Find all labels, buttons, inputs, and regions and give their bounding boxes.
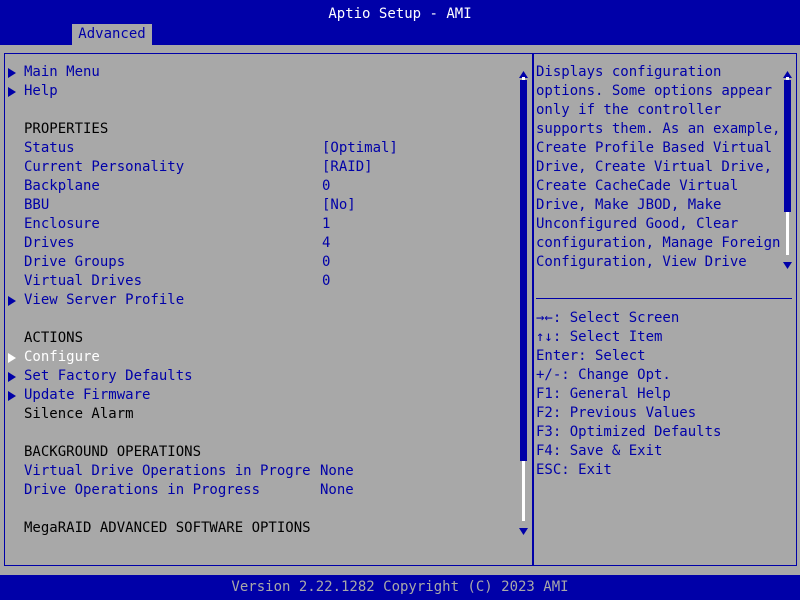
property-label: Enclosure <box>24 216 100 232</box>
submenu-arrow-icon <box>8 82 18 101</box>
property-label: Virtual Drive Operations in Progre <box>24 463 311 479</box>
property-label: BBU <box>24 197 50 213</box>
property-value: None <box>320 463 354 479</box>
property-value: [Optimal] <box>322 140 398 156</box>
scroll-thumb[interactable] <box>520 80 527 461</box>
title-bar: Aptio Setup - AMI <box>0 0 800 24</box>
scroll-down-icon[interactable] <box>519 523 528 535</box>
submenu-arrow-icon <box>8 291 18 310</box>
property-label: Current Personality <box>24 159 185 175</box>
properties-heading: PROPERTIES <box>24 121 109 137</box>
key-help-line: ESC: Exit <box>536 462 612 478</box>
property-label: Status <box>24 140 75 156</box>
property-label: Drive Groups <box>24 254 126 270</box>
property-value: [RAID] <box>322 159 373 175</box>
background-operations-heading: BACKGROUND OPERATIONS <box>24 444 202 460</box>
submenu-arrow-icon <box>8 367 18 386</box>
help-line: only if the controller <box>536 102 722 118</box>
footer-version: Version 2.22.1282 Copyright (C) 2023 AMI <box>231 579 569 595</box>
key-help-line: Enter: Select <box>536 348 646 364</box>
key-help-line: →←: Select Screen <box>536 310 680 326</box>
help-line: Unconfigured Good, Clear <box>536 216 739 232</box>
property-label: Drives <box>24 235 75 251</box>
property-label: Drive Operations in Progress <box>24 482 261 498</box>
submenu-arrow-icon <box>8 386 18 405</box>
property-value: 0 <box>322 178 331 194</box>
property-label: Virtual Drives <box>24 273 143 289</box>
help-line: supports them. As an example, <box>536 121 781 137</box>
menu-item-label: View Server Profile <box>24 292 185 308</box>
property-value: 1 <box>322 216 331 232</box>
property-value: 0 <box>322 273 331 289</box>
window-title: Aptio Setup - AMI <box>328 6 472 22</box>
help-line: Drive, Make JBOD, Make <box>536 197 722 213</box>
key-help-line: F3: Optimized Defaults <box>536 424 722 440</box>
key-help-line: ↑↓: Select Item <box>536 329 663 345</box>
help-line: configuration, Manage Foreign <box>536 235 781 251</box>
scroll-thumb[interactable] <box>784 80 791 212</box>
menu-item-label: Help <box>24 83 58 99</box>
footer-bar: Version 2.22.1282 Copyright (C) 2023 AMI <box>0 575 800 600</box>
key-help-line: F4: Save & Exit <box>536 443 663 459</box>
help-line: Create CacheCade Virtual <box>536 178 739 194</box>
menu-scrollbar[interactable] <box>519 66 528 535</box>
property-label: Backplane <box>24 178 100 194</box>
scroll-up-icon[interactable] <box>783 66 792 78</box>
key-help-line: F2: Previous Values <box>536 405 697 421</box>
help-line: Configuration, View Drive <box>536 254 747 270</box>
help-description: Displays configuration options. Some opt… <box>536 63 786 272</box>
scroll-up-icon[interactable] <box>519 66 528 78</box>
help-line: Drive, Create Virtual Drive, <box>536 159 773 175</box>
property-value: None <box>320 482 354 498</box>
help-divider <box>536 298 792 299</box>
property-value: 4 <box>322 235 331 251</box>
scroll-down-icon[interactable] <box>783 257 792 269</box>
software-options-heading: MegaRAID ADVANCED SOFTWARE OPTIONS <box>24 520 311 536</box>
menu-item-label: Set Factory Defaults <box>24 368 193 384</box>
key-help-line: +/-: Change Opt. <box>536 367 671 383</box>
key-help-line: F1: General Help <box>536 386 671 402</box>
menu-item-label: Main Menu <box>24 64 100 80</box>
actions-heading: ACTIONS <box>24 330 84 346</box>
key-help: →←: Select Screen ↑↓: Select Item Enter:… <box>536 309 792 480</box>
help-line: Create Profile Based Virtual <box>536 140 773 156</box>
menu-item-label: Configure <box>24 349 100 365</box>
submenu-arrow-icon <box>8 348 18 367</box>
help-line: Displays configuration <box>536 64 722 80</box>
help-line: options. Some options appear <box>536 83 773 99</box>
tab-advanced[interactable]: Advanced <box>72 24 152 45</box>
submenu-arrow-icon <box>8 63 18 82</box>
property-value: [No] <box>322 197 356 213</box>
property-value: 0 <box>322 254 331 270</box>
help-scrollbar[interactable] <box>783 66 792 269</box>
menu-item-label: Update Firmware <box>24 387 151 403</box>
menu-item-silence-alarm: Silence Alarm <box>24 406 134 422</box>
